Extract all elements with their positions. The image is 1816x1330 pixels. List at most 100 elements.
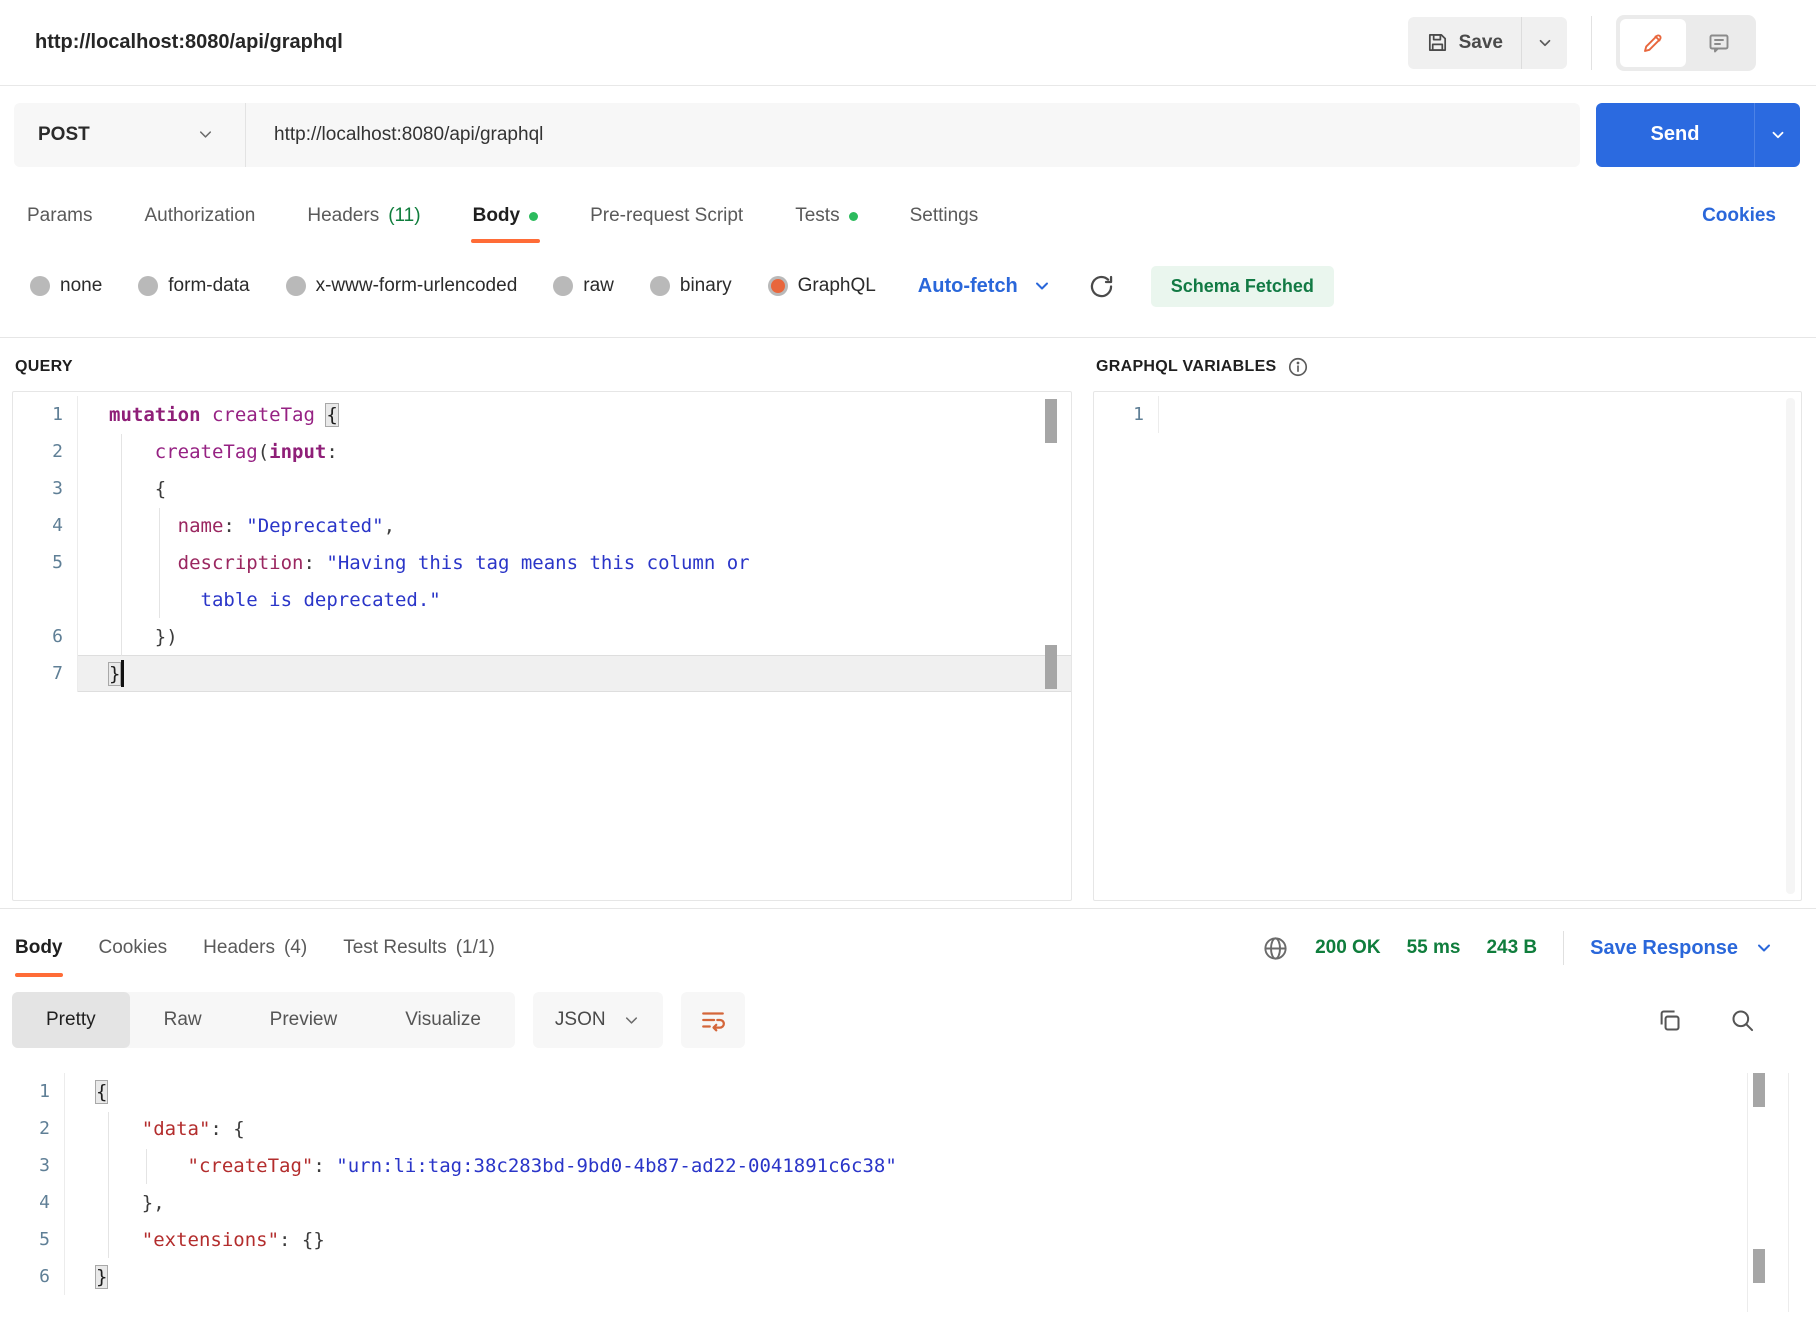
view-tab-pretty[interactable]: Pretty xyxy=(12,992,130,1048)
response-time: 55 ms xyxy=(1407,937,1461,959)
code-line[interactable]: 1{ xyxy=(0,1073,1816,1110)
code-line[interactable]: 5 description: "Having this tag means th… xyxy=(13,544,1071,581)
wrap-text-button[interactable] xyxy=(681,992,745,1048)
variables-editor[interactable]: 1 xyxy=(1093,391,1802,901)
code-content: { xyxy=(77,470,1071,507)
response-tab-cookies[interactable]: Cookies xyxy=(99,909,168,987)
body-mode-form-data[interactable]: form-data xyxy=(138,275,249,297)
scrollbar-mark[interactable] xyxy=(1045,645,1057,689)
code-line[interactable]: 6 }) xyxy=(13,618,1071,655)
url-input[interactable]: http://localhost:8080/api/graphql xyxy=(246,124,1580,146)
search-response-button[interactable] xyxy=(1729,1007,1756,1034)
code-line[interactable]: 5 "extensions": {} xyxy=(0,1221,1816,1258)
body-mode-none[interactable]: none xyxy=(30,275,102,297)
response-view-tabs: PrettyRawPreviewVisualize xyxy=(12,992,515,1048)
save-response-button[interactable]: Save Response xyxy=(1590,937,1774,960)
topbar-actions: Save xyxy=(1408,15,1756,71)
code-token: : xyxy=(313,1155,336,1177)
code-line[interactable]: 1mutation createTag { xyxy=(13,396,1071,433)
request-tabs: Params Authorization Headers(11) Body Pre-re… xyxy=(27,183,978,249)
tab-label: Body xyxy=(473,205,521,227)
view-tab-preview[interactable]: Preview xyxy=(236,992,372,1048)
body-mode-graphql[interactable]: GraphQL xyxy=(768,275,876,297)
code-line[interactable]: 3 { xyxy=(13,470,1071,507)
body-mode-label: none xyxy=(60,275,102,297)
code-content: createTag(input: xyxy=(77,433,1071,470)
code-content: description: "Having this tag means this… xyxy=(77,544,1071,581)
tab-label: Pre-request Script xyxy=(590,205,743,227)
save-button[interactable]: Save xyxy=(1408,17,1521,69)
line-number: 2 xyxy=(13,441,77,462)
send-dropdown-button[interactable] xyxy=(1754,103,1800,167)
radio-icon xyxy=(768,276,788,296)
code-token: }, xyxy=(96,1192,165,1214)
line-number: 1 xyxy=(13,404,77,425)
request-tab-authorization[interactable]: Authorization xyxy=(144,183,255,249)
request-tab-headers[interactable]: Headers(11) xyxy=(307,183,420,249)
format-select[interactable]: JSON xyxy=(533,992,663,1048)
code-line[interactable]: 7} xyxy=(13,655,1071,692)
body-mode-raw[interactable]: raw xyxy=(553,275,614,297)
code-token: : xyxy=(326,441,337,463)
send-button[interactable]: Send xyxy=(1596,103,1754,167)
code-line[interactable]: 4 name: "Deprecated", xyxy=(13,507,1071,544)
scrollbar-mark[interactable] xyxy=(1045,399,1057,443)
code-token: : {} xyxy=(279,1229,325,1251)
search-icon xyxy=(1729,1007,1756,1034)
cookies-link[interactable]: Cookies xyxy=(1702,205,1776,227)
save-dropdown-button[interactable] xyxy=(1521,17,1567,69)
response-body-editor[interactable]: 1{2 "data": {3 "createTag": "urn:li:tag:… xyxy=(0,1073,1816,1312)
query-editor[interactable]: 1mutation createTag {2 createTag(input:3… xyxy=(12,391,1072,901)
tab-count: (4) xyxy=(284,937,307,959)
variables-panel: GRAPHQL VARIABLES 1 xyxy=(1093,354,1802,901)
request-tab-settings[interactable]: Settings xyxy=(910,183,979,249)
request-tab-params[interactable]: Params xyxy=(27,183,92,249)
response-size: 243 B xyxy=(1486,937,1537,959)
code-token: }) xyxy=(109,626,178,648)
response-tab-headers[interactable]: Headers(4) xyxy=(203,909,307,987)
view-tab-raw[interactable]: Raw xyxy=(130,992,236,1048)
scrollbar-track[interactable] xyxy=(1786,398,1795,894)
body-mode-binary[interactable]: binary xyxy=(650,275,732,297)
scrollbar-mark[interactable] xyxy=(1753,1073,1765,1107)
tab-label: Cookies xyxy=(99,937,168,959)
copy-response-button[interactable] xyxy=(1656,1007,1683,1034)
line-number: 1 xyxy=(0,1081,64,1102)
body-mode-x-www-form-urlencoded[interactable]: x-www-form-urlencoded xyxy=(286,275,518,297)
code-token: table is deprecated." xyxy=(201,589,441,611)
code-line[interactable]: 4 }, xyxy=(0,1184,1816,1221)
view-tab-visualize[interactable]: Visualize xyxy=(371,992,515,1048)
request-tab-tests[interactable]: Tests xyxy=(795,183,857,249)
request-name-title: http://localhost:8080/api/graphql xyxy=(35,31,343,54)
code-line[interactable]: 2 "data": { xyxy=(0,1110,1816,1147)
code-token: "createTag" xyxy=(188,1155,314,1177)
chevron-down-icon xyxy=(1769,126,1787,144)
comment-button[interactable] xyxy=(1686,19,1752,67)
refresh-schema-button[interactable] xyxy=(1088,273,1115,300)
code-line[interactable]: 2 createTag(input: xyxy=(13,433,1071,470)
edit-mode-button[interactable] xyxy=(1620,19,1686,67)
body-mode-label: GraphQL xyxy=(798,275,876,297)
code-line[interactable]: table is deprecated." xyxy=(13,581,1071,618)
response-tab-test-results[interactable]: Test Results(1/1) xyxy=(343,909,495,987)
code-token xyxy=(109,589,201,611)
response-tab-body[interactable]: Body xyxy=(15,909,63,987)
code-line[interactable]: 6} xyxy=(0,1258,1816,1295)
line-number: 4 xyxy=(13,515,77,536)
text-cursor xyxy=(121,660,124,687)
method-label: POST xyxy=(38,124,90,146)
code-token: : xyxy=(303,552,326,574)
top-bar: http://localhost:8080/api/graphql Save xyxy=(0,0,1816,86)
query-panel-title: QUERY xyxy=(12,354,1072,380)
tab-label: Headers xyxy=(307,205,379,227)
code-token xyxy=(109,552,178,574)
method-select[interactable]: POST xyxy=(14,103,246,167)
code-line[interactable]: 3 "createTag": "urn:li:tag:38c283bd-9bd0… xyxy=(0,1147,1816,1184)
scrollbar-mark[interactable] xyxy=(1753,1249,1765,1283)
save-response-label: Save Response xyxy=(1590,937,1738,960)
code-content xyxy=(1158,396,1801,433)
request-tab-body[interactable]: Body xyxy=(473,183,539,249)
request-tab-pre-request-script[interactable]: Pre-request Script xyxy=(590,183,743,249)
code-line[interactable]: 1 xyxy=(1094,396,1801,433)
auto-fetch-dropdown[interactable]: Auto-fetch xyxy=(918,275,1052,298)
